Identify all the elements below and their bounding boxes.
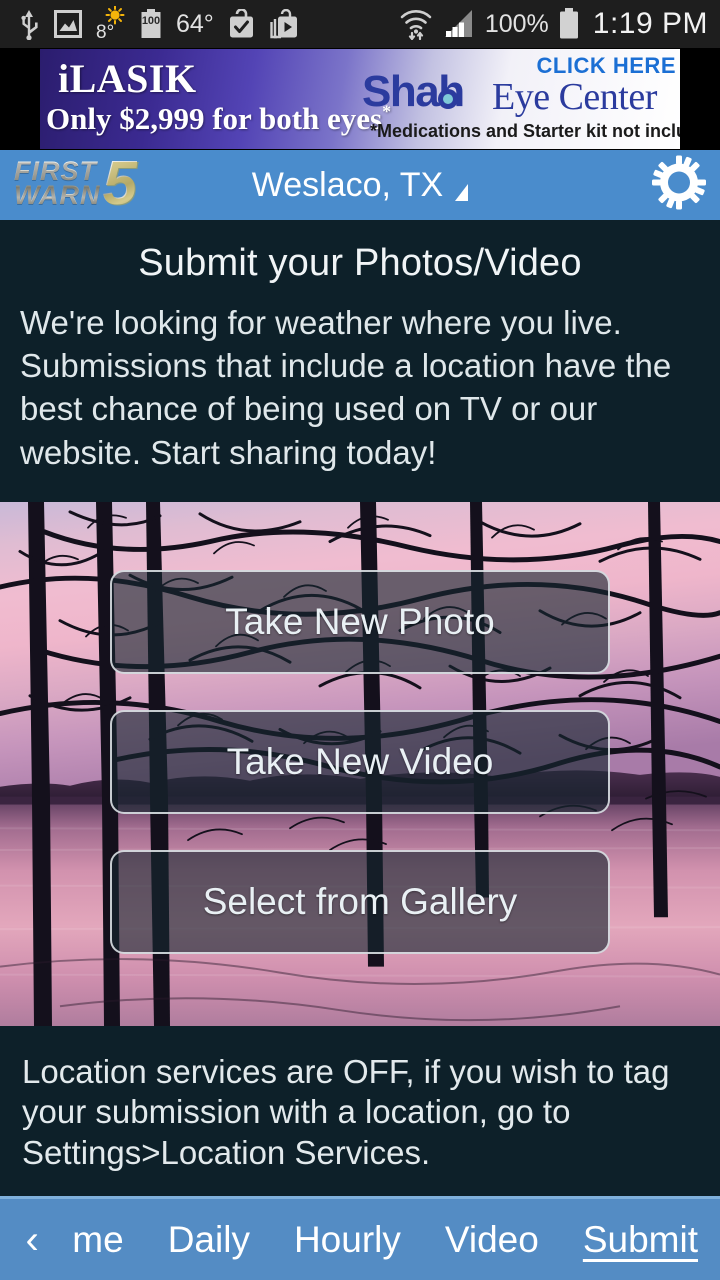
app-root: 8° 100 64° 100% 1:19 PM iLASIK Only $2,9… bbox=[0, 0, 720, 1280]
select-from-gallery-button[interactable]: Select from Gallery bbox=[110, 850, 610, 954]
ad-eye-logo-icon bbox=[438, 89, 458, 109]
nav-item-daily[interactable]: Daily bbox=[146, 1219, 272, 1261]
ad-disclaimer: *Medications and Starter kit not include… bbox=[370, 121, 680, 141]
nav-item-submit[interactable]: Submit bbox=[561, 1219, 720, 1261]
chevron-down-icon bbox=[455, 183, 469, 201]
nav-scroll-left-chevron-icon[interactable]: ‹ bbox=[14, 1220, 50, 1260]
cell-signal-icon bbox=[444, 10, 472, 37]
nav-item-video[interactable]: Video bbox=[423, 1219, 561, 1261]
weather-temperature: 64° bbox=[176, 9, 214, 38]
location-services-note: Location services are OFF, if you wish t… bbox=[0, 1026, 720, 1196]
settings-button[interactable] bbox=[652, 155, 706, 215]
brightness-value: 8° bbox=[96, 22, 115, 43]
intro-description: We're looking for weather where you live… bbox=[20, 304, 672, 471]
intro-section: Submit your Photos/Video We're looking f… bbox=[0, 222, 720, 502]
brightness-sun-icon: 8° bbox=[96, 6, 126, 43]
take-new-video-button[interactable]: Take New Video bbox=[110, 710, 610, 814]
photo-background-area: Take New Photo Take New Video Select fro… bbox=[0, 502, 720, 1026]
status-bar-left-icons: 8° 100 64° bbox=[18, 6, 399, 43]
gear-icon bbox=[652, 155, 706, 210]
logo-line-warn: WARN bbox=[14, 180, 101, 210]
app-header: FIRST WARN 5 Weslaco, TX bbox=[0, 150, 720, 222]
take-new-photo-button[interactable]: Take New Photo bbox=[110, 570, 610, 674]
ad-brand-suffix: Eye Center bbox=[492, 76, 657, 118]
action-button-stack: Take New Photo Take New Video Select fro… bbox=[0, 502, 720, 1026]
location-selector[interactable]: Weslaco, TX bbox=[251, 165, 469, 205]
ad-click-here-button[interactable]: CLICK HERE bbox=[537, 53, 676, 79]
location-label: Weslaco, TX bbox=[251, 165, 444, 204]
logo-wordmark: FIRST WARN bbox=[6, 158, 101, 210]
advertisement-banner[interactable]: iLASIK Only $2,999 for both eyes* Shah E… bbox=[0, 48, 720, 150]
status-bar-right-icons: 100% 1:19 PM bbox=[399, 7, 708, 41]
bottom-navigation-bar: ‹ me Daily Hourly Video Submit bbox=[0, 1196, 720, 1280]
status-bar-clock: 1:19 PM bbox=[592, 7, 708, 40]
ad-content[interactable]: iLASIK Only $2,999 for both eyes* Shah E… bbox=[40, 49, 680, 149]
usb-icon bbox=[21, 10, 38, 40]
battery-saver-value: 100 bbox=[141, 15, 161, 27]
ad-headline: iLASIK bbox=[58, 56, 197, 101]
battery-saver-icon: 100 bbox=[140, 9, 162, 39]
screenshot-image-icon bbox=[54, 10, 82, 38]
page-title: Submit your Photos/Video bbox=[138, 242, 582, 284]
battery-icon bbox=[559, 8, 578, 39]
first-warn-5-logo: FIRST WARN 5 bbox=[6, 149, 202, 218]
ad-price-line: Only $2,999 for both eyes* bbox=[46, 101, 392, 136]
wifi-transfer-icon bbox=[400, 10, 432, 40]
nav-item-home[interactable]: me bbox=[50, 1219, 145, 1261]
android-status-bar: 8° 100 64° 100% 1:19 PM bbox=[0, 0, 720, 48]
check-bag-icon bbox=[229, 9, 253, 38]
nav-item-hourly[interactable]: Hourly bbox=[272, 1219, 423, 1261]
battery-percent-label: 100% bbox=[484, 9, 549, 38]
logo-channel-number: 5 bbox=[102, 149, 137, 218]
play-store-bag-icon bbox=[270, 9, 297, 39]
